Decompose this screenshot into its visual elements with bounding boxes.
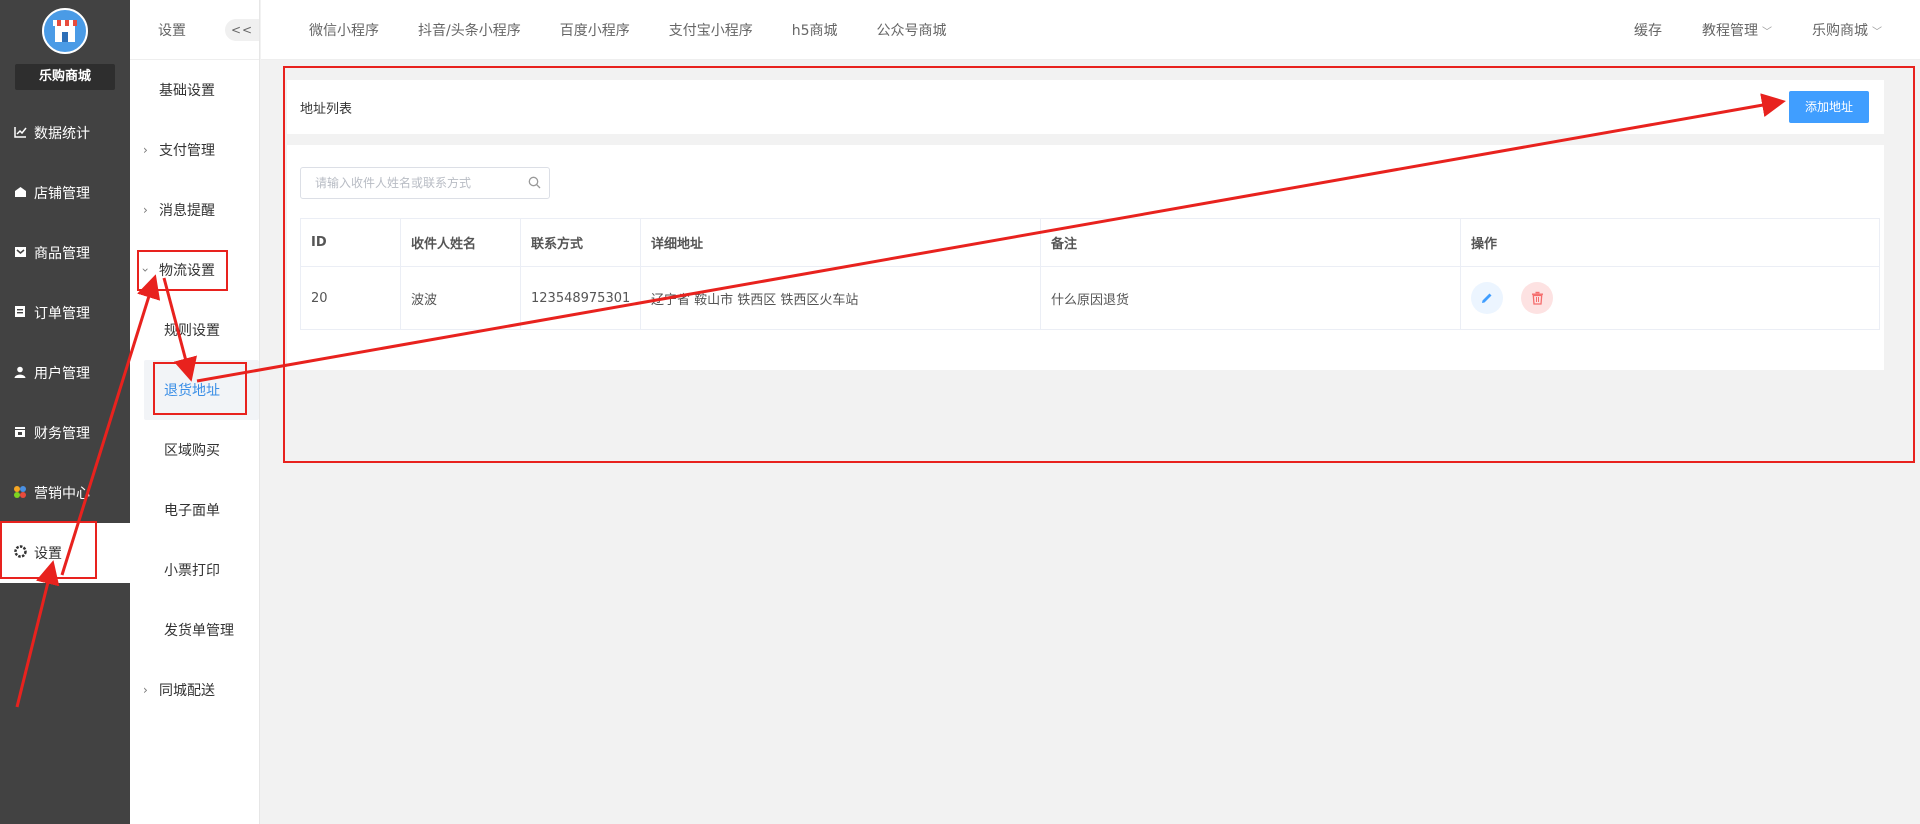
marketing-icon — [12, 485, 28, 502]
brand-name: 乐购商城 — [15, 64, 115, 90]
sidebar-item-label: 商品管理 — [34, 246, 90, 262]
sidebar-item-label: 数据统计 — [34, 126, 90, 142]
submenu-item-basic[interactable]: 基础设置 — [130, 60, 259, 120]
platform-tabs: 微信小程序 抖音/头条小程序 百度小程序 支付宝小程序 h5商城 公众号商城 — [261, 20, 986, 40]
submenu-item-messages[interactable]: › 消息提醒 — [130, 180, 259, 240]
tab-h5-mall[interactable]: h5商城 — [792, 20, 838, 40]
store-icon — [12, 186, 28, 201]
finance-icon — [12, 426, 28, 441]
submenu-item-same-city[interactable]: › 同城配送 — [130, 660, 259, 720]
sidebar-item-marketing[interactable]: 营销中心 — [0, 463, 130, 523]
chevron-down-icon: ﹀ — [1872, 26, 1882, 38]
sidebar-item-label: 用户管理 — [34, 366, 90, 382]
submenu-item-invoice-manage[interactable]: 发货单管理 — [130, 600, 259, 660]
tab-wechat-mini[interactable]: 微信小程序 — [309, 20, 379, 40]
chevron-right-icon: › — [143, 143, 148, 157]
product-icon — [12, 246, 28, 261]
cache-link[interactable]: 缓存 — [1634, 20, 1662, 40]
submenu-item-label: 小票打印 — [164, 563, 220, 579]
sidebar-item-users[interactable]: 用户管理 — [0, 343, 130, 403]
submenu-item-label: 发货单管理 — [164, 623, 234, 639]
order-icon — [12, 305, 28, 321]
tutorial-menu-label: 教程管理 — [1702, 22, 1758, 39]
account-menu-label: 乐购商城 — [1812, 22, 1868, 39]
chart-line-icon — [12, 126, 28, 141]
annotation-box-settings — [0, 521, 97, 579]
annotation-box-logistics — [137, 250, 228, 291]
chevron-down-icon: ﹀ — [1762, 26, 1772, 38]
tab-douyin-mini[interactable]: 抖音/头条小程序 — [418, 20, 521, 40]
sidebar-item-label: 财务管理 — [34, 426, 90, 442]
brand: 乐购商城 — [0, 0, 130, 100]
chevron-right-icon: › — [143, 683, 148, 697]
annotation-box-return-address — [153, 362, 247, 415]
account-menu[interactable]: 乐购商城 ﹀ — [1812, 20, 1882, 40]
submenu-item-receipt-print[interactable]: 小票打印 — [130, 540, 259, 600]
submenu-item-label: 基础设置 — [159, 83, 215, 99]
submenu-item-rules[interactable]: 规则设置 — [130, 300, 259, 360]
submenu-item-e-waybill[interactable]: 电子面单 — [130, 480, 259, 540]
user-icon — [12, 366, 28, 381]
submenu-item-payment[interactable]: › 支付管理 — [130, 120, 259, 180]
top-nav-right: 缓存 教程管理 ﹀ 乐购商城 ﹀ — [1594, 20, 1920, 40]
submenu-title: 设置 — [158, 22, 186, 39]
sidebar-item-label: 店铺管理 — [34, 186, 90, 202]
tutorial-menu[interactable]: 教程管理 ﹀ — [1702, 20, 1772, 40]
sidebar-item-label: 营销中心 — [34, 486, 90, 502]
sidebar-item-finance[interactable]: 财务管理 — [0, 403, 130, 463]
tab-official-account[interactable]: 公众号商城 — [877, 20, 947, 40]
sidebar-item-label: 订单管理 — [34, 306, 90, 322]
main-sidebar: 乐购商城 数据统计 店铺管理 商品管理 订单管理 用户管理 财务管理 营销中心 … — [0, 0, 130, 824]
sidebar-item-orders[interactable]: 订单管理 — [0, 283, 130, 343]
submenu-item-label: 规则设置 — [164, 323, 220, 339]
submenu-item-label: 消息提醒 — [159, 203, 215, 219]
submenu-item-region-purchase[interactable]: 区域购买 — [130, 420, 259, 480]
store-logo-icon — [42, 8, 88, 54]
chevron-right-icon: › — [143, 203, 148, 217]
sidebar-item-store[interactable]: 店铺管理 — [0, 163, 130, 223]
submenu-item-label: 同城配送 — [159, 683, 215, 699]
tab-alipay-mini[interactable]: 支付宝小程序 — [669, 20, 753, 40]
submenu-header: 设置 << — [130, 0, 259, 60]
annotation-box-content — [283, 66, 1915, 463]
top-nav: 微信小程序 抖音/头条小程序 百度小程序 支付宝小程序 h5商城 公众号商城 缓… — [261, 0, 1920, 60]
tab-baidu-mini[interactable]: 百度小程序 — [560, 20, 630, 40]
submenu-item-label: 电子面单 — [164, 503, 220, 519]
submenu-item-label: 支付管理 — [159, 143, 215, 159]
sidebar-item-products[interactable]: 商品管理 — [0, 223, 130, 283]
sidebar-item-stats[interactable]: 数据统计 — [0, 103, 130, 163]
collapse-button[interactable]: << — [225, 18, 259, 41]
submenu-item-label: 区域购买 — [164, 443, 220, 459]
